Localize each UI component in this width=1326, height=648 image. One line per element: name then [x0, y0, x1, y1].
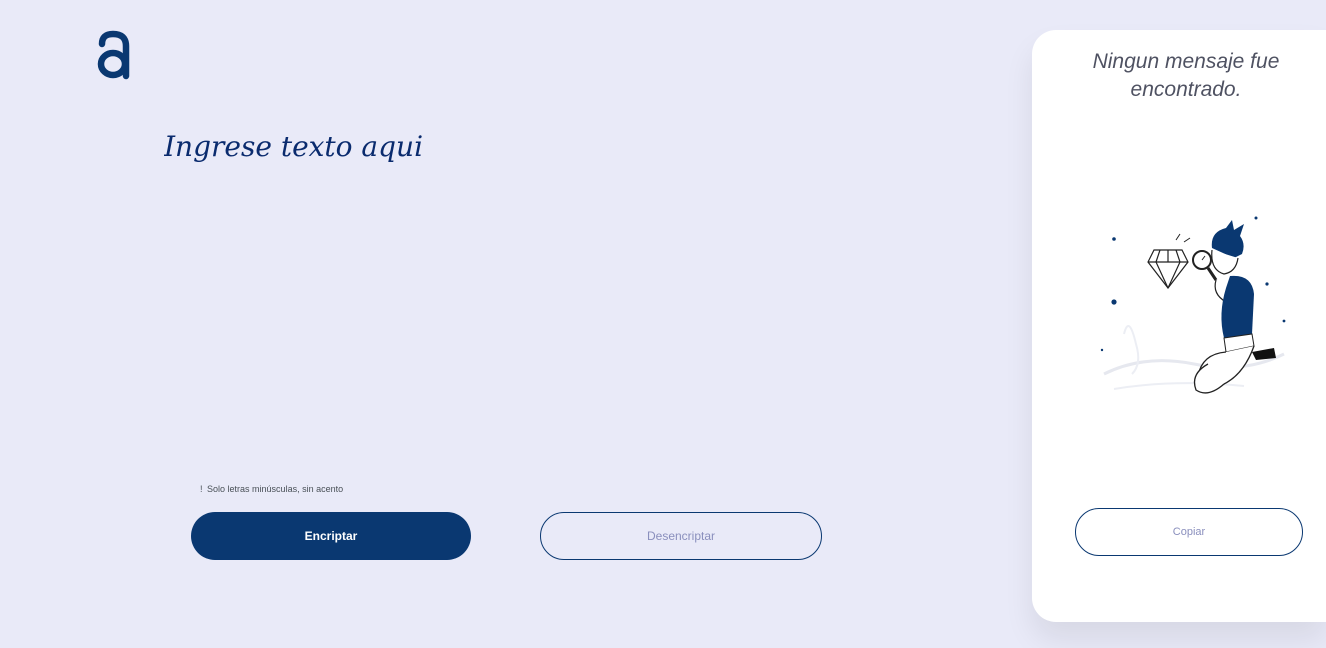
no-message-title-line1: Ningun mensaje fue: [1092, 50, 1280, 73]
output-panel: Ningun mensaje fue encontrado. Copiar: [1032, 30, 1326, 622]
no-message-title-line2: encontrado.: [1130, 78, 1242, 101]
hint-text: Solo letras minúsculas, sin acento: [207, 484, 344, 494]
exclamation-icon: !: [200, 484, 203, 494]
copy-button[interactable]: Copiar: [1075, 508, 1303, 556]
encrypt-button[interactable]: Encriptar: [191, 512, 471, 560]
text-input[interactable]: [164, 130, 944, 450]
no-message-title: Ningun mensaje fue encontrado.: [1032, 48, 1326, 104]
logo-icon: [97, 30, 130, 80]
input-hint: ! Solo letras minúsculas, sin acento: [200, 484, 343, 494]
decrypt-button[interactable]: Desencriptar: [540, 512, 822, 560]
boy-with-magnifying-glass-illustration: [1100, 216, 1286, 394]
